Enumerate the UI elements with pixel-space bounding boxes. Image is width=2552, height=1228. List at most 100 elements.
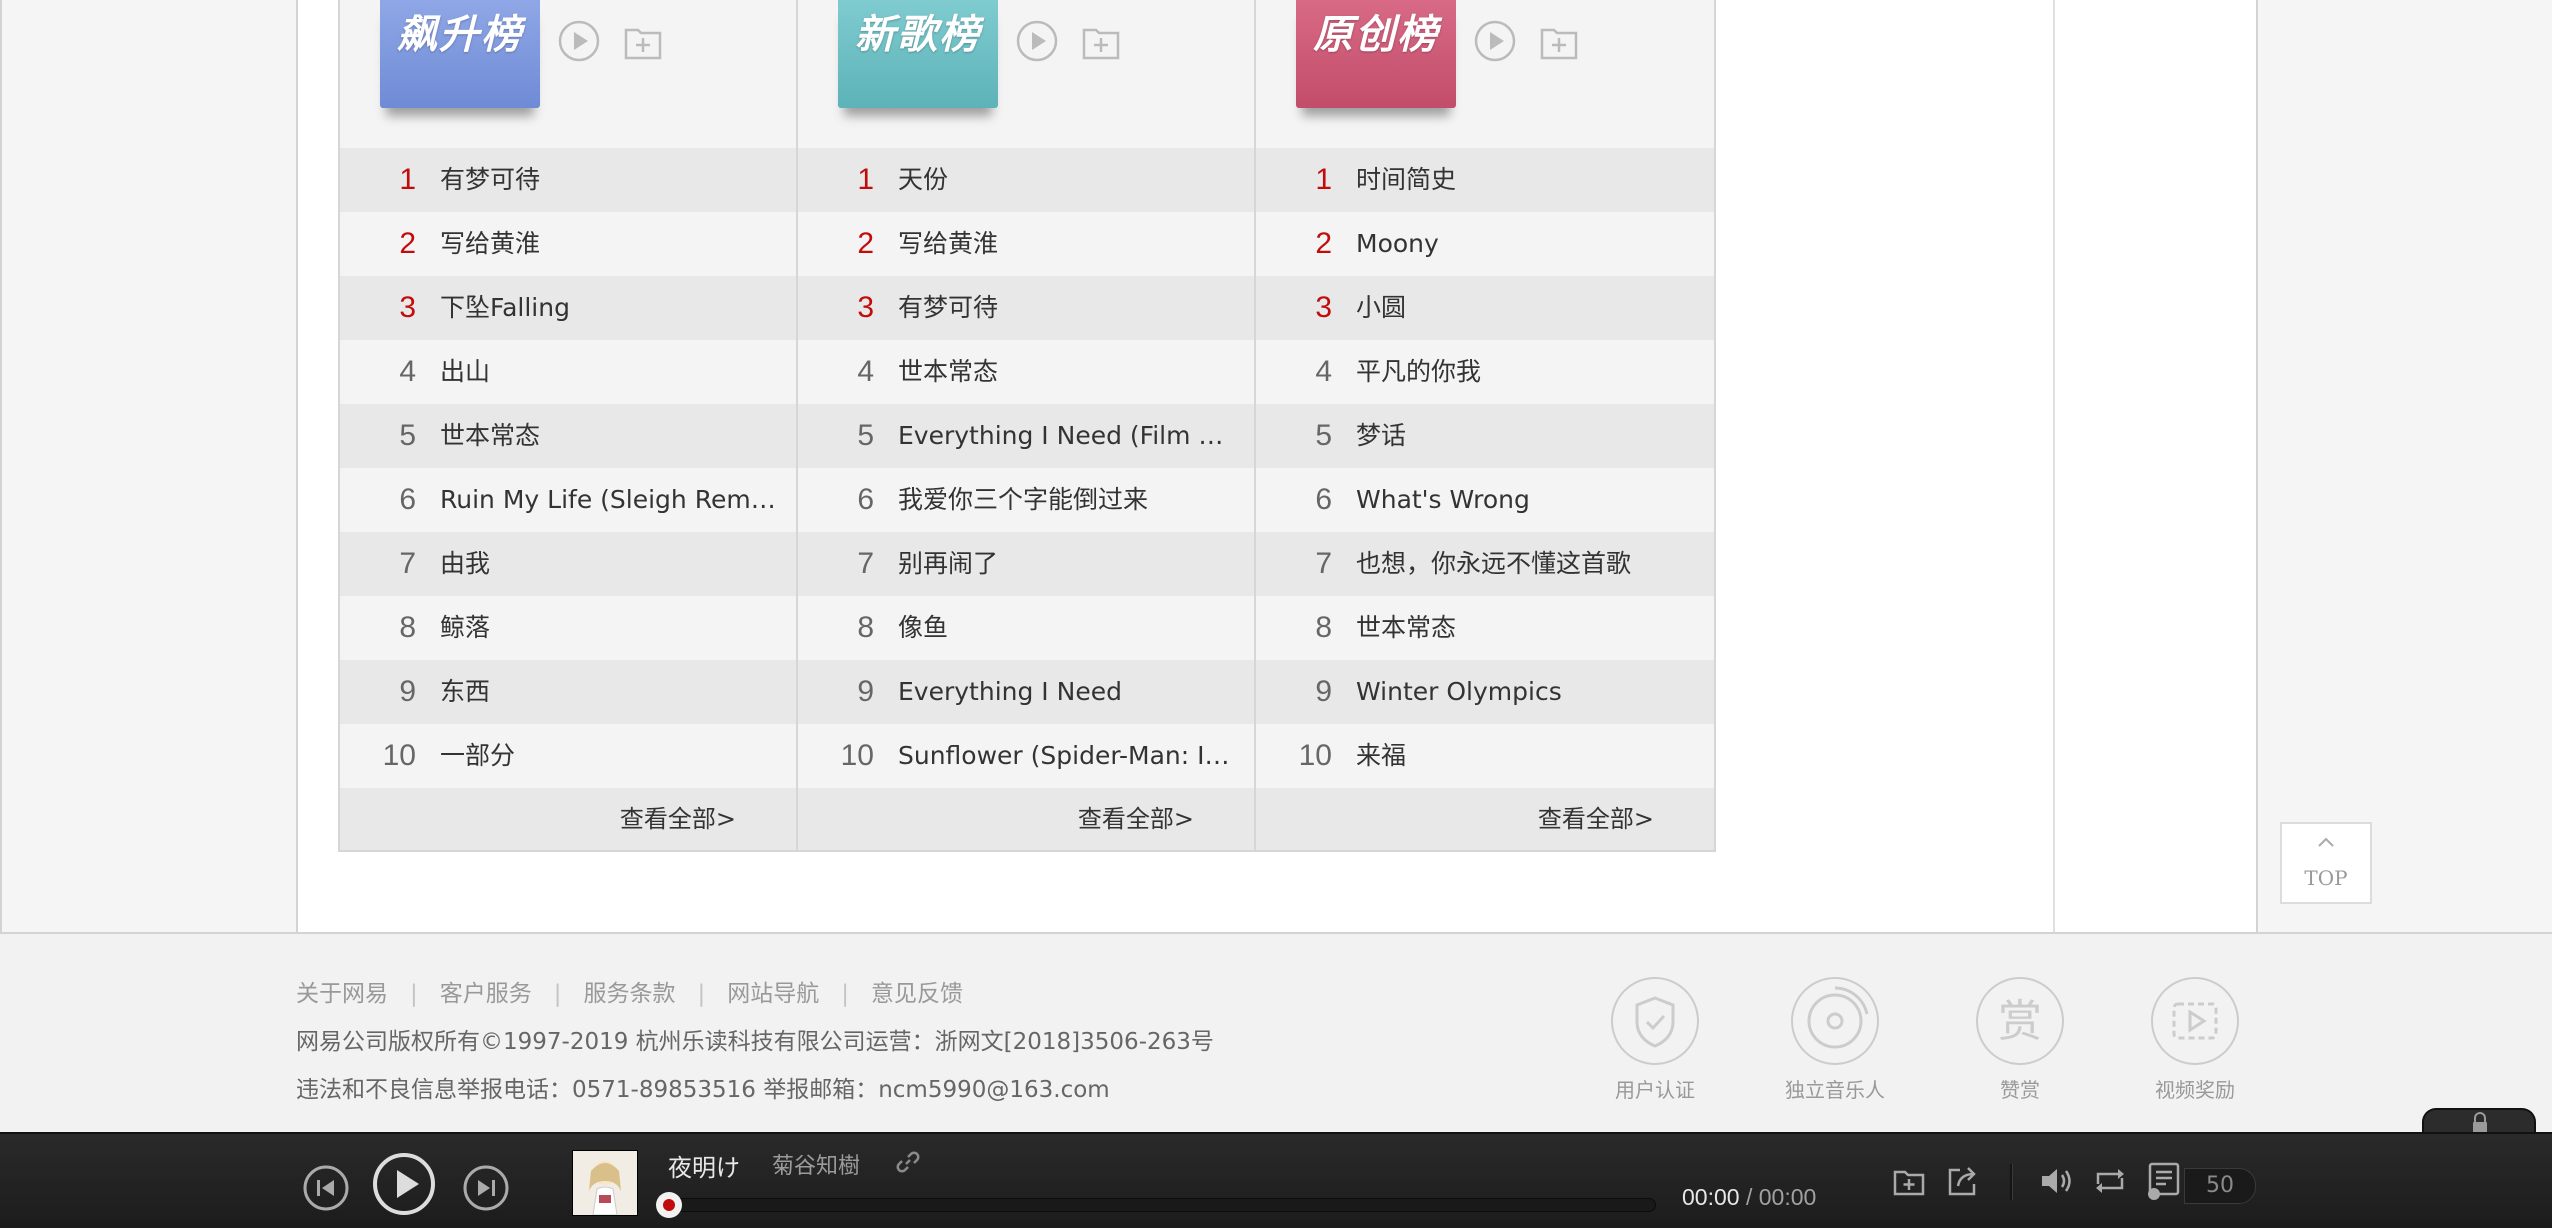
footer-link[interactable]: 关于网易: [296, 981, 388, 1007]
album-cover[interactable]: [572, 1150, 638, 1216]
song-title[interactable]: 鲸落: [440, 596, 776, 660]
now-playing-artist[interactable]: 菊谷知樹: [772, 1148, 860, 1180]
song-title[interactable]: 一部分: [440, 724, 776, 788]
song-row[interactable]: 6 我爱你三个字能倒过来: [798, 468, 1254, 532]
song-title[interactable]: 写给黄淮: [898, 212, 1234, 276]
song-title[interactable]: 平凡的你我: [1356, 340, 1694, 404]
song-row[interactable]: 4 平凡的你我: [1256, 340, 1714, 404]
song-title[interactable]: 写给黄淮: [440, 212, 776, 276]
play-button[interactable]: [372, 1152, 436, 1220]
song-row[interactable]: 5 Everything I Need (Film Version): [798, 404, 1254, 468]
song-title[interactable]: 也想，你永远不懂这首歌: [1356, 532, 1694, 596]
song-row[interactable]: 7 也想，你永远不懂这首歌: [1256, 532, 1714, 596]
song-title[interactable]: 世本常态: [898, 340, 1234, 404]
play-chart-button[interactable]: [1016, 20, 1058, 62]
song-row[interactable]: 1 有梦可待: [340, 148, 796, 212]
song-title[interactable]: Everything I Need: [898, 660, 1234, 724]
song-title[interactable]: Moony: [1356, 212, 1694, 276]
song-row[interactable]: 4 世本常态: [798, 340, 1254, 404]
footer-link[interactable]: 网站导航: [727, 981, 819, 1007]
play-icon: [1016, 20, 1058, 62]
badge-appreciation[interactable]: 赏 赞赏: [1945, 976, 2095, 1103]
song-title[interactable]: 世本常态: [440, 404, 776, 468]
volume-button[interactable]: [2038, 1164, 2074, 1202]
song-title[interactable]: 来福: [1356, 724, 1694, 788]
song-row[interactable]: 1 时间简史: [1256, 148, 1714, 212]
song-row[interactable]: 8 鲸落: [340, 596, 796, 660]
song-row[interactable]: 10 来福: [1256, 724, 1714, 788]
song-title[interactable]: 梦话: [1356, 404, 1694, 468]
song-title[interactable]: 有梦可待: [898, 276, 1234, 340]
song-title[interactable]: 天份: [898, 148, 1234, 212]
play-chart-button[interactable]: [558, 20, 600, 62]
song-title[interactable]: 时间简史: [1356, 148, 1694, 212]
song-row[interactable]: 10 一部分: [340, 724, 796, 788]
collect-chart-button[interactable]: [1080, 20, 1122, 62]
footer-link[interactable]: 客户服务: [440, 981, 532, 1007]
song-row[interactable]: 8 像鱼: [798, 596, 1254, 660]
footer-link[interactable]: 意见反馈: [871, 981, 963, 1007]
chart-cover[interactable]: 新歌榜: [838, 0, 998, 108]
song-row[interactable]: 4 出山: [340, 340, 796, 404]
song-row[interactable]: 3 小圆: [1256, 276, 1714, 340]
song-source-link[interactable]: [894, 1148, 922, 1180]
song-title[interactable]: 有梦可待: [440, 148, 776, 212]
song-row[interactable]: 8 世本常态: [1256, 596, 1714, 660]
song-row[interactable]: 1 天份: [798, 148, 1254, 212]
song-row[interactable]: 10 Sunflower (Spider-Man: Into the Spider…: [798, 724, 1254, 788]
song-title[interactable]: 小圆: [1356, 276, 1694, 340]
playlist-button[interactable]: [2146, 1160, 2186, 1206]
song-title[interactable]: 下坠Falling: [440, 276, 776, 340]
song-title[interactable]: Sunflower (Spider-Man: Into the Spider-V…: [898, 724, 1234, 788]
back-to-top-button[interactable]: TOP: [2280, 822, 2372, 904]
song-row[interactable]: 5 世本常态: [340, 404, 796, 468]
song-title[interactable]: 出山: [440, 340, 776, 404]
progress-handle[interactable]: [654, 1190, 684, 1220]
song-title[interactable]: 像鱼: [898, 596, 1234, 660]
next-track-button[interactable]: [462, 1164, 510, 1216]
progress-bar[interactable]: [666, 1198, 1656, 1212]
collect-chart-button[interactable]: [1538, 20, 1580, 62]
song-title[interactable]: 我爱你三个字能倒过来: [898, 468, 1234, 532]
collect-chart-button[interactable]: [622, 20, 664, 62]
footer-link[interactable]: 服务条款: [584, 981, 676, 1007]
song-row[interactable]: 2 Moony: [1256, 212, 1714, 276]
chart-cover[interactable]: 原创榜: [1296, 0, 1456, 108]
play-chart-button[interactable]: [1474, 20, 1516, 62]
song-title[interactable]: What's Wrong: [1356, 468, 1694, 532]
play-mode-button[interactable]: [2092, 1164, 2128, 1202]
song-row[interactable]: 5 梦话: [1256, 404, 1714, 468]
song-row[interactable]: 3 下坠Falling: [340, 276, 796, 340]
song-row[interactable]: 9 Everything I Need: [798, 660, 1254, 724]
song-row[interactable]: 3 有梦可待: [798, 276, 1254, 340]
song-title[interactable]: 由我: [440, 532, 776, 596]
song-row[interactable]: 2 写给黄淮: [340, 212, 796, 276]
view-all-link[interactable]: 查看全部>: [1538, 788, 1654, 850]
top-label: TOP: [2304, 866, 2348, 890]
share-button[interactable]: [1946, 1164, 1980, 1202]
song-row[interactable]: 2 写给黄淮: [798, 212, 1254, 276]
song-row[interactable]: 7 由我: [340, 532, 796, 596]
song-title[interactable]: 别再闹了: [898, 532, 1234, 596]
song-title[interactable]: 东西: [440, 660, 776, 724]
view-all-link[interactable]: 查看全部>: [1078, 788, 1194, 850]
badge-independent-musician[interactable]: 独立音乐人: [1760, 976, 1910, 1103]
song-title[interactable]: Ruin My Life (Sleigh Remix): [440, 468, 776, 532]
song-title[interactable]: Winter Olympics: [1356, 660, 1694, 724]
chart-cover[interactable]: 飙升榜: [380, 0, 540, 108]
song-row[interactable]: 9 Winter Olympics: [1256, 660, 1714, 724]
song-row[interactable]: 6 Ruin My Life (Sleigh Remix): [340, 468, 796, 532]
song-row[interactable]: 9 东西: [340, 660, 796, 724]
play-icon: [558, 20, 600, 62]
previous-track-button[interactable]: [302, 1164, 350, 1216]
now-playing-title[interactable]: 夜明け: [668, 1148, 740, 1183]
collect-button[interactable]: [1892, 1164, 1926, 1202]
view-all-link[interactable]: 查看全部>: [620, 788, 736, 850]
badge-video-reward[interactable]: 视频奖励: [2120, 976, 2270, 1103]
song-title[interactable]: 世本常态: [1356, 596, 1694, 660]
playlist-count[interactable]: 50: [2184, 1168, 2256, 1204]
badge-user-verification[interactable]: 用户认证: [1580, 976, 1730, 1103]
song-row[interactable]: 7 别再闹了: [798, 532, 1254, 596]
song-title[interactable]: Everything I Need (Film Version): [898, 404, 1234, 468]
song-row[interactable]: 6 What's Wrong: [1256, 468, 1714, 532]
